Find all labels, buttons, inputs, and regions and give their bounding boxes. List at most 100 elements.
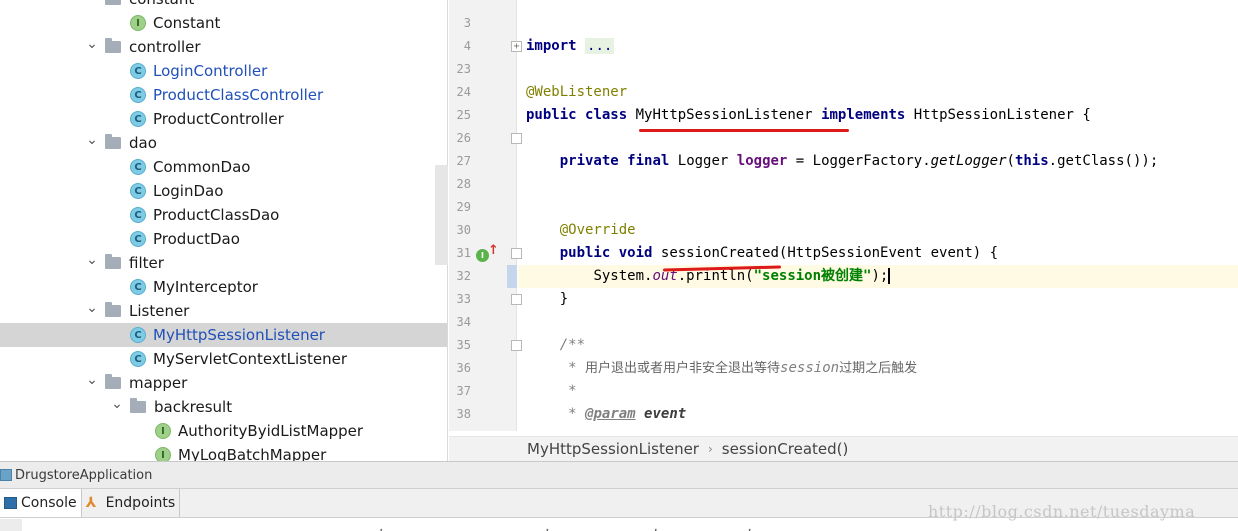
tree-file[interactable]: C ProductController: [0, 107, 447, 131]
fold-collapse-icon[interactable]: [511, 248, 522, 259]
code-line-33[interactable]: }: [526, 288, 568, 311]
class-icon: C: [130, 87, 146, 103]
tree-folder[interactable]: ⌄ backresult: [0, 395, 447, 419]
up-arrow-icon[interactable]: ↑: [488, 243, 499, 258]
chevron-down-icon[interactable]: ⌄: [85, 0, 99, 4]
tree-file[interactable]: C LoginController: [0, 59, 447, 83]
tree-file[interactable]: C ProductClassDao: [0, 203, 447, 227]
tree-folder[interactable]: ⌄ controller: [0, 35, 447, 59]
code-line-38[interactable]: * @param event: [526, 403, 686, 426]
fold-collapse-icon[interactable]: [511, 340, 522, 351]
line-number: 32: [456, 269, 471, 283]
endpoints-icon: ⅄: [85, 495, 97, 511]
line-number: 36: [456, 361, 471, 375]
code-line-4[interactable]: import ...: [526, 35, 615, 58]
chevron-down-icon[interactable]: ⌄: [85, 132, 99, 148]
code-line-25[interactable]: public class MyHttpSessionListener imple…: [526, 104, 1091, 127]
tree-item-label: ProductDao: [153, 230, 240, 248]
class-icon: C: [130, 159, 146, 175]
tree-file[interactable]: I AuthorityByidListMapper: [0, 419, 447, 443]
console-icon: [4, 497, 17, 509]
line-number: 35: [456, 338, 471, 352]
tree-item-label: dao: [129, 134, 157, 152]
tree-folder[interactable]: ⌄ constant: [0, 0, 447, 11]
class-icon: C: [130, 63, 146, 79]
chevron-down-icon[interactable]: ⌄: [85, 252, 99, 268]
line-number: 33: [456, 292, 471, 306]
tree-item-label: MyServletContextListener: [153, 350, 348, 368]
fold-collapse-icon[interactable]: [511, 133, 522, 144]
folder-icon: [130, 398, 146, 413]
tree-file[interactable]: C MyInterceptor: [0, 275, 447, 299]
class-icon: C: [130, 351, 146, 367]
tab-endpoints[interactable]: ⅄ Endpoints: [82, 489, 181, 517]
line-number: 37: [456, 384, 471, 398]
tree-folder[interactable]: ⌄ filter: [0, 251, 447, 275]
tree-item-label: MyHttpSessionListener: [153, 326, 325, 344]
code-line-37[interactable]: *: [526, 380, 576, 403]
code-line-35[interactable]: /**: [526, 334, 585, 357]
line-number: 24: [456, 85, 471, 99]
class-icon: C: [130, 327, 146, 343]
fold-expand-icon[interactable]: +: [511, 41, 522, 52]
watermark: http://blog.csdn.net/tuesdayma: [928, 502, 1196, 521]
tree-item-label: backresult: [154, 398, 233, 416]
line-number: 25: [456, 108, 471, 122]
breadcrumb-class[interactable]: MyHttpSessionListener: [527, 440, 699, 458]
tree-item-label: MyLogBatchMapper: [178, 446, 327, 461]
tab-console[interactable]: Console: [0, 489, 82, 517]
project-tree[interactable]: ⌄ constant I Constant ⌄ controller C LoginContr…: [0, 0, 448, 461]
run-panel-header: DrugstoreApplication: [0, 461, 1238, 488]
tree-item-label: AuthorityByidListMapper: [178, 422, 364, 440]
fold-collapse-icon[interactable]: [511, 294, 522, 305]
tree-folder[interactable]: ⌄ mapper: [0, 371, 447, 395]
run-config-name[interactable]: DrugstoreApplication: [15, 468, 152, 483]
tree-file[interactable]: C ProductClassController: [0, 83, 447, 107]
folded-imports[interactable]: ...: [585, 38, 615, 54]
tree-folder[interactable]: ⌄ Listener: [0, 299, 447, 323]
tree-item-label: constant: [129, 0, 194, 8]
line-number: 31: [456, 246, 471, 260]
class-icon: C: [130, 279, 146, 295]
interface-icon: I: [130, 15, 146, 31]
tree-file[interactable]: C MyServletContextListener: [0, 347, 447, 371]
code-line-36[interactable]: * 用户退出或者用户非安全退出等待session过期之后触发: [526, 357, 917, 380]
tree-file[interactable]: I Constant: [0, 11, 447, 35]
code-editor[interactable]: + I ↑ import ... @WebListener public cla…: [449, 0, 1238, 461]
folder-icon: [105, 302, 121, 317]
tree-file[interactable]: C CommonDao: [0, 155, 447, 179]
tree-file[interactable]: C LoginDao: [0, 179, 447, 203]
folder-icon: [105, 38, 121, 53]
breadcrumb-method[interactable]: sessionCreated(): [722, 440, 849, 458]
tree-scrollbar-thumb[interactable]: [435, 165, 448, 265]
class-icon: C: [130, 183, 146, 199]
line-number: 27: [456, 154, 471, 168]
tree-item-label: ProductClassController: [153, 86, 324, 104]
tree-item-label: CommonDao: [153, 158, 251, 176]
tree-folder[interactable]: ⌄ dao: [0, 131, 447, 155]
line-number: 29: [456, 200, 471, 214]
code-line-31[interactable]: public void sessionCreated(HttpSessionEv…: [526, 242, 998, 265]
tree-file[interactable]: C MyHttpSessionListener: [0, 323, 447, 347]
line-number: 34: [456, 315, 471, 329]
tree-item-label: ProductClassDao: [153, 206, 280, 224]
folder-icon: [105, 254, 121, 269]
interface-icon: I: [155, 423, 171, 439]
tree-item-label: filter: [129, 254, 164, 272]
tree-file[interactable]: C ProductDao: [0, 227, 447, 251]
chevron-down-icon[interactable]: ⌄: [85, 300, 99, 316]
tree-item-label: LoginDao: [153, 182, 224, 200]
folder-icon: [105, 134, 121, 149]
code-line-24[interactable]: @WebListener: [526, 81, 627, 104]
code-line-27[interactable]: private final Logger logger = LoggerFact…: [526, 150, 1159, 173]
line-number: 38: [456, 407, 471, 421]
chevron-down-icon[interactable]: ⌄: [85, 372, 99, 388]
red-underline-annotation: [639, 129, 849, 132]
tree-file[interactable]: I MyLogBatchMapper: [0, 443, 447, 461]
class-icon: C: [130, 207, 146, 223]
chevron-down-icon[interactable]: ⌄: [110, 396, 124, 412]
class-icon: C: [130, 231, 146, 247]
code-line-30[interactable]: @Override: [526, 219, 636, 242]
chevron-down-icon[interactable]: ⌄: [85, 36, 99, 52]
tree-item-label: Constant: [153, 14, 221, 32]
